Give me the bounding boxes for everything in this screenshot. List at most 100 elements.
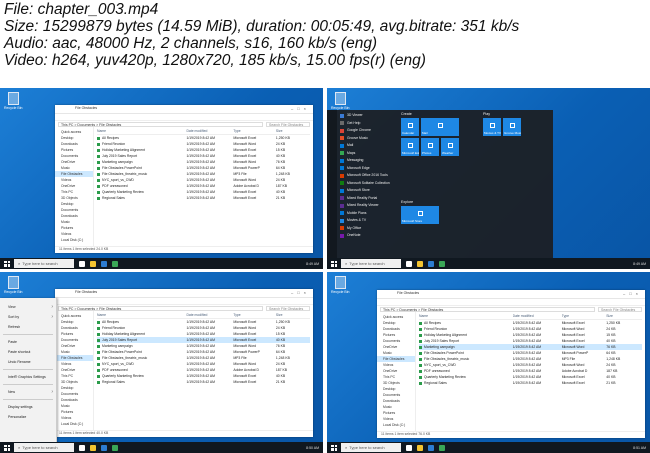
taskbar-search-box[interactable]: ⌕ Type here to search bbox=[14, 443, 74, 452]
taskbar-clock[interactable]: 8:49 AM bbox=[306, 262, 319, 266]
column-header[interactable]: Name bbox=[419, 313, 513, 319]
context-menu-item[interactable]: Undo Rename bbox=[0, 357, 56, 367]
recycle-bin-icon[interactable]: Recycle Bin bbox=[4, 276, 22, 294]
taskbar-search-box[interactable]: ⌕ Type here to search bbox=[341, 443, 401, 452]
task-view-icon[interactable] bbox=[406, 260, 412, 267]
app-tile[interactable]: Microsoft Store bbox=[401, 206, 439, 224]
app-list-item[interactable]: 3D Viewer bbox=[337, 112, 399, 120]
app-list-item[interactable]: Maps bbox=[337, 150, 399, 158]
app-tile[interactable]: Groove Music bbox=[503, 118, 521, 136]
taskbar-clock[interactable]: 8:51 AM bbox=[633, 446, 646, 450]
column-header[interactable]: Name bbox=[97, 128, 186, 134]
window-controls[interactable]: –□× bbox=[291, 290, 310, 295]
app-list-item[interactable]: OneNote bbox=[337, 232, 399, 240]
window-controls[interactable]: –□× bbox=[291, 106, 310, 111]
app-list-item[interactable]: Mobile Plans bbox=[337, 210, 399, 218]
file-row[interactable]: Regional Sales 1/19/2019 8:42 AM Microsoft… bbox=[419, 380, 642, 386]
store-icon[interactable] bbox=[112, 444, 118, 451]
file-cell: 1/19/2019 8:42 AM bbox=[512, 381, 542, 385]
column-header[interactable]: Type bbox=[233, 312, 276, 318]
app-tile[interactable]: Photos bbox=[421, 138, 439, 156]
context-menu-item[interactable]: New bbox=[0, 387, 56, 397]
task-view-icon[interactable] bbox=[79, 444, 85, 451]
tile-label: Calendar bbox=[402, 131, 415, 135]
column-header[interactable]: Date modified bbox=[513, 313, 562, 319]
app-list-item[interactable]: Microsoft Store bbox=[337, 187, 399, 195]
app-tile[interactable]: Mail bbox=[421, 118, 459, 136]
app-list-item[interactable]: Messaging bbox=[337, 157, 399, 165]
context-menu-item[interactable]: Personalize bbox=[0, 412, 56, 422]
explorer-ribbon[interactable] bbox=[377, 299, 645, 306]
app-list-item[interactable]: Movies & TV bbox=[337, 217, 399, 225]
audio-info-line: Audio: aac, 48000 Hz, 2 channels, s16, 1… bbox=[4, 35, 378, 52]
app-list-item[interactable]: Microsoft Edge bbox=[337, 165, 399, 173]
windows-start-icon[interactable] bbox=[331, 444, 337, 451]
column-header[interactable]: Date modified bbox=[186, 312, 233, 318]
edge-icon[interactable] bbox=[428, 260, 434, 267]
file-row[interactable]: Regional Sales 1/19/2019 8:42 AM Microsoft… bbox=[97, 379, 310, 385]
task-view-icon[interactable] bbox=[79, 260, 85, 267]
edge-icon[interactable] bbox=[101, 260, 107, 267]
app-tile[interactable]: Calendar bbox=[401, 118, 419, 136]
nav-item[interactable]: Local Disk (C:) bbox=[377, 422, 415, 428]
recycle-bin-icon[interactable]: Recycle Bin bbox=[331, 276, 349, 294]
app-tile[interactable]: Microsoft Edge bbox=[401, 138, 419, 156]
app-list-item[interactable]: Mixed Reality Viewer bbox=[337, 202, 399, 210]
recycle-bin-icon[interactable]: Recycle Bin bbox=[4, 92, 22, 110]
file-list-header: Name Date modified Type Size bbox=[97, 128, 310, 135]
store-icon[interactable] bbox=[439, 444, 445, 451]
file-explorer-icon[interactable] bbox=[417, 444, 423, 451]
file-explorer-icon[interactable] bbox=[90, 444, 96, 451]
context-menu-item[interactable]: Display settings bbox=[0, 402, 56, 412]
file-explorer-icon[interactable] bbox=[90, 260, 96, 267]
app-list-item[interactable]: Groove Music bbox=[337, 135, 399, 143]
app-list-item[interactable]: Microsoft Office 2016 Tools bbox=[337, 172, 399, 180]
taskbar-search-box[interactable]: ⌕ Type here to search bbox=[14, 259, 74, 268]
search-icon: ⌕ bbox=[345, 445, 348, 450]
tile-label: Mail bbox=[422, 131, 428, 135]
taskbar-search-box[interactable]: ⌕ Type here to search bbox=[341, 259, 401, 268]
taskbar-clock[interactable]: 8:50 AM bbox=[306, 446, 319, 450]
context-menu-item[interactable]: Paste shortcut bbox=[0, 347, 56, 357]
task-view-icon[interactable] bbox=[406, 444, 412, 451]
taskbar: ⌕ Type here to search 8:49 AM bbox=[327, 258, 650, 269]
column-header[interactable]: Date modified bbox=[186, 128, 233, 134]
context-menu-item[interactable]: View bbox=[0, 302, 56, 312]
file-explorer-icon[interactable] bbox=[417, 260, 423, 267]
column-header[interactable]: Type bbox=[233, 128, 276, 134]
app-list-item[interactable]: Google Chrome bbox=[337, 127, 399, 135]
file-cell: 21 KB bbox=[275, 196, 286, 200]
app-list-item[interactable]: Mail bbox=[337, 142, 399, 150]
tile-group-label: Play bbox=[483, 112, 490, 116]
app-tile[interactable]: Movies & TV bbox=[483, 118, 501, 136]
app-list-item[interactable]: Microsoft Solitaire Collection bbox=[337, 180, 399, 188]
nav-item[interactable]: Local Disk (C:) bbox=[55, 237, 93, 243]
column-header[interactable]: Size bbox=[276, 128, 310, 134]
context-menu-item[interactable]: Sort by bbox=[0, 312, 56, 322]
column-header[interactable]: Type bbox=[562, 313, 607, 319]
app-list-item[interactable]: Mixed Reality Portal bbox=[337, 195, 399, 203]
recycle-bin-icon[interactable]: Recycle Bin bbox=[331, 92, 349, 110]
edge-icon[interactable] bbox=[101, 444, 107, 451]
store-icon[interactable] bbox=[439, 260, 445, 267]
windows-start-icon[interactable] bbox=[331, 260, 337, 267]
app-tile[interactable]: Weather bbox=[441, 138, 459, 156]
explorer-ribbon[interactable] bbox=[55, 114, 313, 121]
context-menu-item[interactable]: Refresh bbox=[0, 322, 56, 332]
nav-item[interactable]: Local Disk (C:) bbox=[55, 421, 93, 427]
window-controls[interactable]: –□× bbox=[623, 291, 642, 296]
taskbar-clock[interactable]: 8:49 AM bbox=[633, 262, 646, 266]
edge-icon[interactable] bbox=[428, 444, 434, 451]
explorer-ribbon[interactable] bbox=[55, 298, 313, 305]
app-list-item[interactable]: Get Help bbox=[337, 120, 399, 128]
column-header[interactable]: Size bbox=[606, 313, 642, 319]
column-header[interactable]: Name bbox=[97, 312, 186, 318]
app-list-item[interactable]: My Office bbox=[337, 225, 399, 233]
store-icon[interactable] bbox=[112, 260, 118, 267]
context-menu-item[interactable]: Intel® Graphics Settings bbox=[0, 372, 56, 382]
file-row[interactable]: Regional Sales 1/19/2019 8:42 AM Microsoft… bbox=[97, 195, 310, 201]
column-header[interactable]: Size bbox=[276, 312, 310, 318]
windows-start-icon[interactable] bbox=[4, 260, 10, 267]
context-menu-item[interactable]: Paste bbox=[0, 337, 56, 347]
windows-start-icon[interactable] bbox=[4, 444, 10, 451]
